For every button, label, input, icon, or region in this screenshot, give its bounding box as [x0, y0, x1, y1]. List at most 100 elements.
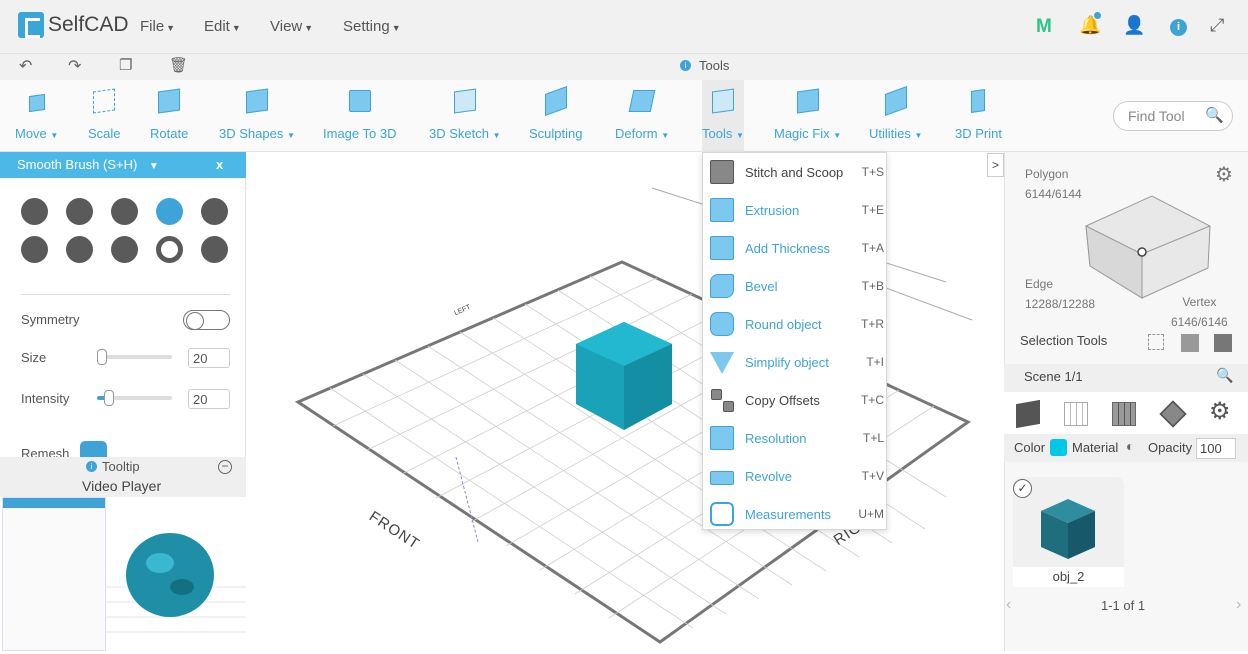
- search-icon[interactable]: 🔍: [1205, 106, 1224, 124]
- menu-item-shortcut: T+R: [860, 317, 884, 331]
- stitch-and-scoop-icon: [707, 157, 737, 187]
- notification-dot: [1094, 12, 1101, 19]
- menu-item-add-thickness[interactable]: Add Thickness T+A: [707, 229, 884, 267]
- tool-3d-sketch[interactable]: 3D Sketch ▼: [429, 86, 501, 141]
- polygon-label: Polygon: [1025, 167, 1069, 181]
- polygon-info: Polygon 6144/6144: [1025, 164, 1082, 204]
- extrusion-icon: [707, 195, 737, 225]
- color-swatch[interactable]: [1050, 439, 1067, 456]
- brush-icon-1[interactable]: [21, 198, 48, 225]
- tool-image-to-3d[interactable]: Image To 3D: [323, 86, 396, 141]
- selection-mode-cube: [1085, 195, 1211, 299]
- brush-icon-6[interactable]: [21, 236, 48, 263]
- mesh-view-icon[interactable]: [1112, 402, 1136, 426]
- deform-icon: [627, 86, 657, 120]
- smooth-brush-icon[interactable]: [156, 198, 183, 225]
- object-card[interactable]: ✓ obj_2: [1013, 477, 1124, 587]
- main-toolbar: Move ▼ Scale Rotate 3D Shapes ▼ Image To…: [0, 80, 1248, 152]
- brush-icon-10[interactable]: [201, 236, 228, 263]
- check-icon[interactable]: ✓: [1013, 479, 1032, 498]
- add-thickness-icon: [707, 233, 737, 263]
- info-icon[interactable]: i: [1170, 19, 1187, 36]
- round-object-icon: [707, 309, 737, 339]
- menu-item-round-object[interactable]: Round object T+R: [707, 305, 884, 343]
- tool-utilities[interactable]: Utilities ▼: [869, 85, 922, 141]
- selfcad-logo[interactable]: SelfCAD: [18, 12, 129, 38]
- menu-view[interactable]: View ▼: [270, 18, 313, 35]
- object-select-icon[interactable]: [1214, 334, 1232, 352]
- symmetry-toggle[interactable]: [183, 310, 230, 330]
- 3d-viewport[interactable]: FRONT RIGH LEFT: [246, 152, 1004, 651]
- minimize-icon[interactable]: −: [218, 460, 232, 474]
- tool-deform[interactable]: Deform ▼: [615, 86, 669, 141]
- close-icon[interactable]: x: [216, 157, 223, 172]
- chevron-down-icon[interactable]: ▼: [149, 161, 159, 172]
- tool-sculpting[interactable]: Sculpting: [529, 85, 582, 141]
- next-page-icon[interactable]: ›: [1236, 596, 1241, 614]
- menu-item-stitch-and-scoop[interactable]: Stitch and Scoop T+S: [707, 153, 884, 191]
- prev-page-icon[interactable]: ‹: [1006, 596, 1011, 614]
- find-tool-input[interactable]: Find Tool 🔍: [1113, 101, 1233, 131]
- delete-icon[interactable]: 🗑: [169, 56, 188, 74]
- menu-file[interactable]: File ▼: [140, 18, 175, 35]
- box-select-icon[interactable]: [1148, 334, 1164, 350]
- brush-icon-9[interactable]: [156, 236, 183, 263]
- brush-icon-5[interactable]: [201, 198, 228, 225]
- brush-icon-3[interactable]: [111, 198, 138, 225]
- scene-search-icon[interactable]: 🔍: [1216, 367, 1233, 384]
- xray-view-icon[interactable]: [1159, 400, 1187, 428]
- intensity-slider[interactable]: [97, 390, 172, 406]
- remesh-button[interactable]: [80, 441, 107, 457]
- scale-icon: [89, 86, 119, 120]
- size-field[interactable]: 20: [188, 348, 230, 368]
- face-select-icon[interactable]: [1181, 334, 1199, 352]
- tool-rotate[interactable]: Rotate: [150, 86, 188, 141]
- tool-3d-shapes[interactable]: 3D Shapes ▼: [219, 86, 295, 141]
- copy-icon[interactable]: ❐: [119, 56, 132, 74]
- tool-scale[interactable]: Scale: [88, 86, 121, 141]
- solid-view-icon[interactable]: [1016, 399, 1040, 429]
- intensity-value: 20: [193, 392, 208, 407]
- object-name: obj_2: [1013, 567, 1124, 587]
- undo-icon[interactable]: ↶: [19, 56, 32, 76]
- wireframe-view-icon[interactable]: [1064, 402, 1088, 426]
- intensity-slider-knob[interactable]: [104, 390, 114, 406]
- size-slider[interactable]: [97, 349, 172, 365]
- menu-item-shortcut: T+E: [861, 203, 884, 217]
- tool-move[interactable]: Move ▼: [15, 86, 58, 141]
- collapse-right-button[interactable]: >: [987, 153, 1004, 177]
- tool-3d-print[interactable]: 3D Print: [955, 86, 1002, 141]
- menu-item-revolve[interactable]: Revolve T+V: [707, 457, 884, 495]
- opacity-label: Opacity: [1148, 440, 1193, 455]
- tool-tools[interactable]: Tools ▼: [702, 80, 744, 152]
- menu-setting[interactable]: Setting ▼: [343, 18, 401, 35]
- size-slider-knob[interactable]: [97, 349, 107, 365]
- menu-item-resolution[interactable]: Resolution T+L: [707, 419, 884, 457]
- color-label: Color: [1014, 440, 1046, 455]
- brush-icon-2[interactable]: [66, 198, 93, 225]
- selection-tools-label: Selection Tools: [1020, 333, 1108, 348]
- menu-item-measurements[interactable]: Measurements U+M: [707, 495, 884, 533]
- brush-icon-8[interactable]: [111, 236, 138, 263]
- material-icon[interactable]: ◐: [1126, 438, 1134, 454]
- brush-icon-7[interactable]: [66, 236, 93, 263]
- user-icon[interactable]: 👤: [1123, 15, 1145, 36]
- menu-item-simplify-object[interactable]: Simplify object T+I: [707, 343, 884, 381]
- video-player-title: Video Player: [82, 478, 162, 494]
- redo-icon[interactable]: ↷: [68, 56, 81, 76]
- menu-item-shortcut: U+M: [858, 507, 884, 521]
- menu-item-bevel[interactable]: Bevel T+B: [707, 267, 884, 305]
- menu-edit[interactable]: Edit ▼: [204, 18, 241, 35]
- fullscreen-icon[interactable]: ⤢: [1210, 15, 1224, 36]
- menu-item-extrusion[interactable]: Extrusion T+E: [707, 191, 884, 229]
- menu-item-copy-offsets[interactable]: Copy Offsets T+C: [707, 381, 884, 419]
- opacity-field[interactable]: 100: [1196, 438, 1236, 459]
- video-player[interactable]: [0, 497, 246, 651]
- intensity-field[interactable]: 20: [188, 389, 230, 409]
- scene-settings-icon[interactable]: ⚙: [1209, 397, 1231, 426]
- m-icon[interactable]: M: [1036, 16, 1052, 38]
- tool-magic-fix[interactable]: Magic Fix ▼: [774, 86, 841, 141]
- intensity-label: Intensity: [21, 391, 70, 406]
- symmetry-label: Symmetry: [21, 312, 80, 327]
- menu-item-shortcut: T+C: [860, 393, 884, 407]
